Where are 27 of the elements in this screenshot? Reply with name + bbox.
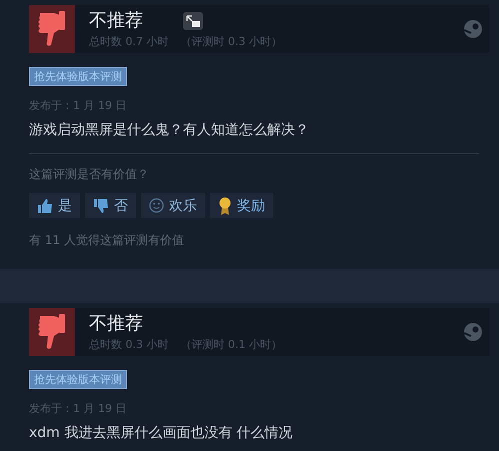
review-text: xdm 我进去黑屏什么画面也没有 什么情况 xyxy=(29,424,294,442)
review-playtime-text: （评测时 0.3 小时） xyxy=(180,34,282,48)
verdict-title: 不推荐 xyxy=(89,10,143,32)
thumbs-up-icon xyxy=(37,198,53,214)
review-text: 游戏启动黑屏是什么鬼？有人知道怎么解决？ xyxy=(29,121,310,139)
thumbs-down-icon xyxy=(37,9,67,49)
thumbs-down-icon xyxy=(93,198,109,214)
vote-button[interactable]: 欢乐 xyxy=(141,193,205,218)
early-access-tag: 抢先体验版本评测 xyxy=(29,67,127,86)
steam-logo-icon xyxy=(463,322,483,342)
review-playtime-text: （评测时 0.1 小时） xyxy=(180,336,282,352)
steam-logo-icon xyxy=(463,19,483,39)
vote-button[interactable]: 否 xyxy=(85,193,136,218)
early-access-tag: 抢先体验版本评测 xyxy=(29,370,127,389)
smiley-icon xyxy=(149,198,164,213)
thumbs-down-icon xyxy=(37,312,67,352)
posted-date: 发布于：1 月 19 日 xyxy=(29,401,128,416)
playtime-text: 总时数 0.3 小时 xyxy=(89,336,168,352)
vote-button[interactable]: 奖励 xyxy=(210,193,273,218)
award-medal-icon xyxy=(218,196,232,214)
vote-button[interactable]: 是 xyxy=(29,193,80,218)
window-icon[interactable] xyxy=(183,12,203,30)
playtime-text: 总时数 0.7 小时 xyxy=(89,34,168,48)
helpful-question: 这篇评测是否有价值？ xyxy=(29,166,150,183)
helpful-count: 有 11 人觉得这篇评测有价值 xyxy=(29,232,185,249)
posted-date: 发布于：1 月 19 日 xyxy=(29,98,128,113)
verdict-title: 不推荐 xyxy=(89,312,143,334)
